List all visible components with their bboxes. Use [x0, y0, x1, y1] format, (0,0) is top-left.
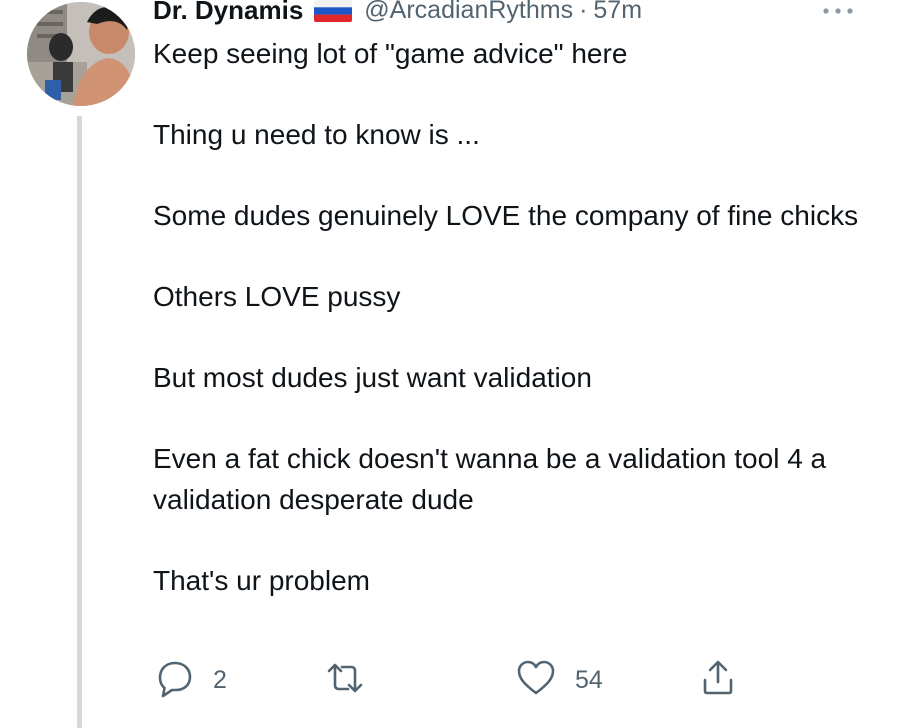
tweet-paragraph: Others LOVE pussy [153, 281, 401, 312]
reply-count: 2 [213, 665, 227, 694]
tweet-paragraph: That's ur problem [153, 564, 370, 596]
tweet-text: Keep seeing lot of "game advice" here Th… [153, 34, 868, 642]
like-count: 54 [575, 665, 603, 694]
tweet-paragraph: Thing u need to know is ... [153, 119, 480, 150]
retweet-icon [323, 658, 367, 703]
tweet-paragraph: But most dudes just want validation [153, 362, 592, 393]
more-icon[interactable] [818, 0, 858, 22]
thread-line [77, 116, 82, 728]
author-name[interactable]: Dr. Dynamis [153, 0, 303, 26]
avatar[interactable] [27, 2, 135, 106]
share-button[interactable] [698, 658, 738, 702]
tweet-actions: 2 54 [153, 658, 873, 702]
tweet-paragraph: Some dudes genuinely LOVE the company of… [153, 200, 859, 231]
russia-flag-icon [314, 0, 353, 22]
reply-button[interactable]: 2 [155, 658, 227, 702]
like-button[interactable]: 54 [515, 658, 603, 702]
tweet-header: Dr. Dynamis @ArcadianRythms · 57m [153, 0, 642, 27]
share-icon [698, 658, 738, 703]
tweet-paragraph: Keep seeing lot of "game advice" here [153, 38, 628, 69]
heart-icon [515, 658, 557, 703]
author-handle[interactable]: @ArcadianRythms [364, 0, 573, 25]
avatar-image [27, 2, 135, 106]
tweet-time[interactable]: 57m [593, 0, 642, 25]
tweet-paragraph: Even a fat chick doesn't wanna be a vali… [153, 443, 827, 515]
reply-icon [155, 658, 195, 703]
separator-dot: · [579, 0, 588, 24]
retweet-button[interactable] [323, 658, 385, 702]
